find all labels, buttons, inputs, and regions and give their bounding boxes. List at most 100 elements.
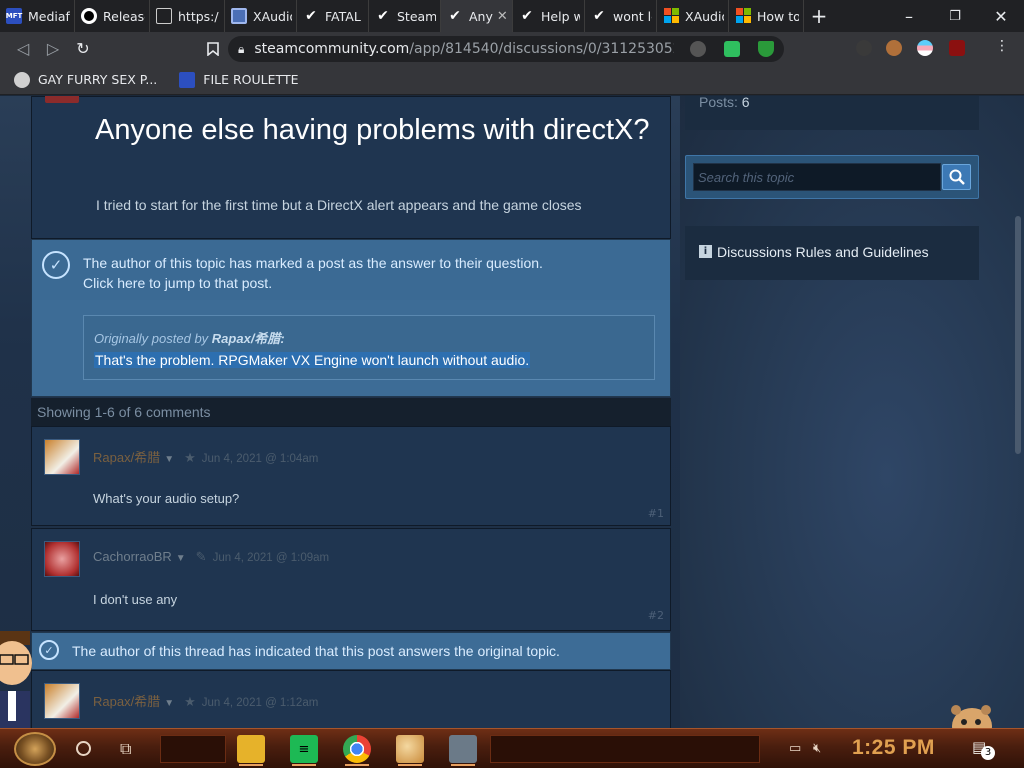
- profile-avatar-icon[interactable]: [886, 40, 902, 56]
- comment-number[interactable]: #2: [648, 609, 664, 622]
- bookmarks-bar: GAY FURRY SEX P... FILE ROULETTE: [0, 65, 1024, 95]
- microsoft-icon: [663, 8, 679, 24]
- globe-icon: [14, 71, 30, 88]
- close-tab-icon[interactable]: ✕: [497, 9, 508, 24]
- comment-author[interactable]: Rapax/希腊: [93, 450, 160, 465]
- document-icon: [156, 8, 172, 24]
- comment-date: Jun 4, 2021 @ 1:12am: [201, 697, 319, 709]
- menu-kebab-icon[interactable]: ⋮: [995, 38, 1011, 54]
- blocked-popup-icon[interactable]: [690, 41, 706, 57]
- tag-icon: ✎: [195, 549, 207, 564]
- jump-to-post-link[interactable]: Click here to jump to that post.: [83, 273, 543, 293]
- tab-steam[interactable]: ✔ Steam: [369, 0, 441, 32]
- bookmark-star-icon[interactable]: [198, 34, 228, 64]
- dropdown-caret-icon[interactable]: ▼: [164, 698, 174, 709]
- mft-icon: [179, 71, 196, 88]
- answer-indicator-text: The author of this thread has indicated …: [72, 643, 560, 659]
- cartoon-character-icon: [0, 631, 32, 728]
- answer-notice[interactable]: ✓ The author of this topic has marked a …: [31, 239, 671, 397]
- op-avatar[interactable]: [45, 96, 79, 103]
- clock[interactable]: 1:25 PM: [852, 736, 935, 760]
- tab-release[interactable]: Release: [75, 0, 150, 32]
- bookmark-label: FILE ROULETTE: [203, 72, 299, 87]
- dropdown-caret-icon[interactable]: ▼: [176, 553, 186, 564]
- tab-help[interactable]: ✔ Help w: [513, 0, 585, 32]
- github-icon: [81, 8, 97, 24]
- tab-xaudio-ms[interactable]: XAudio: [657, 0, 729, 32]
- extension-green-icon[interactable]: [724, 41, 740, 57]
- comment-text: I don't use any: [93, 592, 178, 607]
- new-tab-button[interactable]: +: [804, 4, 834, 28]
- network-icon[interactable]: ▭: [789, 741, 801, 756]
- tab-wont[interactable]: ✔ wont le: [585, 0, 657, 32]
- comment-text: What's your audio setup?: [93, 491, 240, 506]
- tab-mediafire[interactable]: MFT Mediaf: [0, 0, 75, 32]
- microsoft-icon: [735, 8, 751, 24]
- tab-xaudio[interactable]: XAudio: [225, 0, 297, 32]
- system-tool-icon[interactable]: [449, 735, 477, 766]
- mft-icon: MFT: [6, 8, 22, 24]
- search-input[interactable]: [693, 163, 941, 191]
- flag-extension-icon[interactable]: [917, 40, 933, 56]
- checkmark-icon: ✓: [42, 251, 70, 279]
- search-button[interactable]: [942, 164, 971, 190]
- topic-search-box: [685, 155, 979, 199]
- taskbar-slot: [490, 735, 760, 763]
- comment-author[interactable]: CachorraoBR: [93, 549, 172, 564]
- windows-taskbar: ⧉ ≡ ▭ 🔇︎ 1:25 PM ▤ 3: [0, 728, 1024, 768]
- ublock-icon[interactable]: [949, 40, 965, 56]
- answer-notice-text[interactable]: The author of this topic has marked a po…: [83, 253, 543, 293]
- back-arrow-icon[interactable]: ◁: [8, 34, 38, 64]
- comment-author-line: CachorraoBR ▼ ✎ Jun 4, 2021 @ 1:09am: [93, 549, 329, 565]
- search-circle-icon[interactable]: [76, 741, 91, 756]
- lock-icon: 🔒︎: [238, 41, 245, 56]
- notification-center-icon[interactable]: ▤ 3: [972, 738, 995, 760]
- avatar[interactable]: [44, 683, 80, 719]
- tab-howto[interactable]: How to: [729, 0, 804, 32]
- rules-link[interactable]: Discussions Rules and Guidelines: [717, 244, 929, 260]
- dropdown-caret-icon[interactable]: ▼: [164, 454, 174, 465]
- spotify-icon[interactable]: ≡: [290, 735, 318, 766]
- search-q-icon: [231, 8, 247, 24]
- task-view-icon[interactable]: ⧉: [120, 739, 140, 758]
- steam-discussion-page: Anyone else having problems with directX…: [0, 96, 1024, 728]
- volume-muted-icon[interactable]: 🔇︎: [813, 741, 821, 756]
- bookmark-item[interactable]: GAY FURRY SEX P...: [14, 71, 157, 88]
- info-icon: i: [699, 245, 712, 258]
- quote-author: Originally posted by Rapax/希腊:: [94, 331, 285, 346]
- paint-icon[interactable]: [396, 735, 424, 766]
- avatar[interactable]: [44, 439, 80, 475]
- reload-icon[interactable]: ↻: [68, 34, 98, 64]
- avatar[interactable]: [44, 541, 80, 577]
- comment-author-line: Rapax/希腊 ▼ ★ Jun 4, 2021 @ 1:12am: [93, 691, 318, 710]
- comment-number[interactable]: #1: [648, 507, 664, 520]
- address-bar[interactable]: 🔒︎ steamcommunity.com/app/814540/discuss…: [228, 36, 784, 62]
- forward-arrow-icon[interactable]: ▷: [38, 34, 68, 64]
- extension-icon[interactable]: [856, 40, 872, 56]
- url-text[interactable]: steamcommunity.com/app/814540/discussion…: [254, 41, 674, 57]
- shield-icon[interactable]: [758, 41, 774, 57]
- answer-indicator-banner: ✓ The author of this thread has indicate…: [31, 632, 671, 670]
- topic-body: I tried to start for the first time but …: [96, 197, 582, 213]
- quote-text: That's the problem. RPGMaker VX Engine w…: [94, 352, 531, 368]
- comment-author-line: Rapax/希腊 ▼ ★ Jun 4, 2021 @ 1:04am: [93, 447, 318, 466]
- scrollbar-thumb[interactable]: [1015, 216, 1021, 454]
- comment-author[interactable]: Rapax/希腊: [93, 694, 160, 709]
- tab-fatal[interactable]: ✔ FATAL: [297, 0, 369, 32]
- bookmark-item[interactable]: FILE ROULETTE: [179, 71, 299, 88]
- steam-icon: ✔: [593, 8, 605, 24]
- tab-label: Help w: [541, 8, 580, 24]
- minimize-button[interactable]: –: [886, 0, 932, 32]
- answer-quote: Originally posted by Rapax/希腊: That's th…: [83, 315, 655, 380]
- checkmark-icon: ✓: [39, 640, 59, 660]
- close-window-button[interactable]: ✕: [978, 0, 1024, 32]
- tab-anyone-active[interactable]: ✔ Any ✕: [441, 0, 513, 32]
- tab-label: Any: [469, 8, 493, 24]
- maximize-button[interactable]: ❐: [932, 0, 978, 32]
- tab-https[interactable]: https:/: [150, 0, 225, 32]
- posts-count: Posts: 6: [699, 96, 750, 110]
- file-explorer-icon[interactable]: [237, 735, 265, 766]
- start-button[interactable]: [14, 732, 56, 766]
- tab-label: XAudio: [253, 8, 292, 24]
- chrome-icon[interactable]: [343, 735, 371, 766]
